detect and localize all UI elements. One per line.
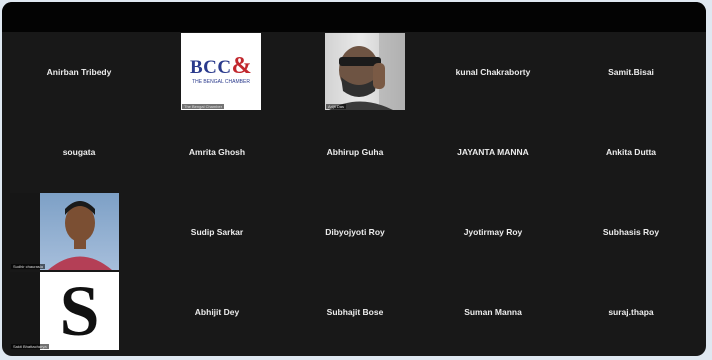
participant-tile[interactable]: Sudip Sarkar	[148, 192, 286, 272]
participant-tile[interactable]: Arijit Das	[286, 32, 424, 112]
participant-tile[interactable]: Sudhir chaurasia	[10, 192, 148, 272]
participant-name: JAYANTA MANNA	[457, 147, 529, 157]
bcc-logo-subtitle: THE BENGAL CHAMBER	[192, 79, 250, 85]
bcc-logo-text: BCC	[189, 57, 232, 78]
participant-tile[interactable]: Ankita Dutta	[562, 112, 700, 192]
participant-tile[interactable]: Subhasis Roy	[562, 192, 700, 272]
participant-tile[interactable]: Samit.Bisai	[562, 32, 700, 112]
participant-caption: Sakti Bhattacharya	[11, 344, 49, 349]
participant-tile[interactable]: Jyotirmay Roy	[424, 192, 562, 272]
avatar-photo-icon	[48, 201, 112, 270]
participant-name: Dibyojyoti Roy	[325, 227, 385, 237]
participant-tile[interactable]: Suman Manna	[424, 272, 562, 352]
avatar-photo-icon	[325, 33, 405, 110]
participant-caption: Arijit Das	[326, 104, 347, 109]
participant-tile[interactable]: S Sakti Bhattacharya	[10, 272, 148, 352]
participant-grid: Anirban Tribedy BCC& THE BENGAL CHAMBER …	[10, 32, 700, 352]
participant-tile[interactable]: JAYANTA MANNA	[424, 112, 562, 192]
bcc-logo-image: BCC& THE BENGAL CHAMBER The Bengal Chamb…	[181, 33, 261, 110]
participant-name: Subhasis Roy	[602, 227, 660, 237]
participant-tile[interactable]: sougata	[10, 112, 148, 192]
participant-name: Abhirup Guha	[326, 147, 384, 157]
participant-name: Ankita Dutta	[605, 147, 657, 157]
participant-name: kunal Chakraborty	[455, 67, 531, 77]
participant-tile[interactable]: Anirban Tribedy	[10, 32, 148, 112]
participant-tile[interactable]: suraj.thapa	[562, 272, 700, 352]
participant-letter-avatar: S Sakti Bhattacharya	[10, 272, 119, 350]
participant-photo: Arijit Das	[325, 33, 405, 110]
participant-name: Suman Manna	[464, 307, 522, 317]
participant-name: Anirban Tribedy	[46, 67, 112, 77]
participant-tile[interactable]: Dibyojyoti Roy	[286, 192, 424, 272]
top-bar	[2, 2, 706, 32]
participant-photo: Sudhir chaurasia	[10, 193, 119, 270]
participant-name: Sudip Sarkar	[190, 227, 244, 237]
participant-name: Amrita Ghosh	[188, 147, 246, 157]
participant-name: sougata	[62, 147, 96, 157]
participant-tile[interactable]: BCC& THE BENGAL CHAMBER The Bengal Chamb…	[148, 32, 286, 112]
participant-name: Abhijit Dey	[194, 307, 240, 317]
participant-name: Jyotirmay Roy	[463, 227, 523, 237]
video-call-window: Anirban Tribedy BCC& THE BENGAL CHAMBER …	[2, 2, 706, 356]
participant-caption: Sudhir chaurasia	[11, 264, 46, 269]
participant-tile[interactable]: Abhirup Guha	[286, 112, 424, 192]
participant-name: Samit.Bisai	[608, 67, 654, 77]
participant-tile[interactable]: Amrita Ghosh	[148, 112, 286, 192]
participant-name: suraj.thapa	[608, 307, 654, 317]
participant-caption: The Bengal Chamber	[182, 104, 225, 109]
ampersand-glyph: &	[231, 53, 253, 79]
participant-tile[interactable]: Subhajit Bose	[286, 272, 424, 352]
participant-tile[interactable]: kunal Chakraborty	[424, 32, 562, 112]
participant-name: Subhajit Bose	[326, 307, 384, 317]
letter-avatar-glyph: S	[59, 272, 100, 350]
participant-tile[interactable]: Abhijit Dey	[148, 272, 286, 352]
